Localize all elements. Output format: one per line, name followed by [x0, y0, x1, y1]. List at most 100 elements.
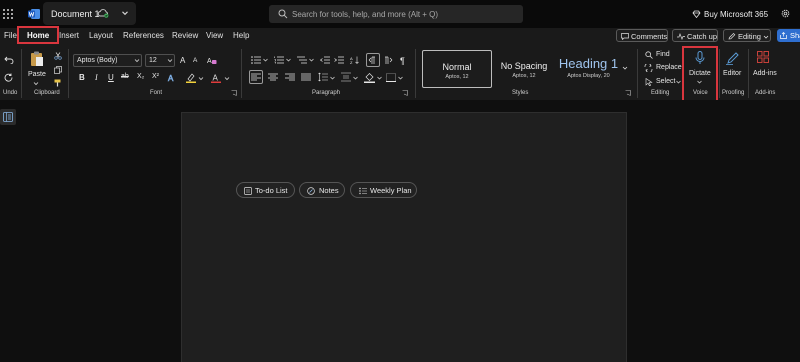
tab-view[interactable]: View — [206, 31, 223, 40]
underline-button[interactable]: U — [108, 73, 114, 82]
navigation-pane-button[interactable] — [0, 109, 16, 125]
font-color-icon[interactable]: A — [211, 73, 221, 83]
document-title-button[interactable]: Document 1 — [43, 2, 136, 25]
editing-mode-dropdown[interactable]: Editing — [723, 29, 771, 42]
svg-text:A: A — [213, 74, 219, 83]
chevron-down-icon[interactable] — [353, 76, 358, 80]
chip-label: Notes — [319, 186, 339, 195]
group-divider — [748, 49, 749, 98]
diamond-icon — [692, 10, 701, 18]
increase-indent-icon[interactable] — [334, 56, 344, 64]
chevron-down-icon[interactable] — [286, 58, 291, 62]
chevron-down-icon[interactable] — [398, 76, 403, 80]
decrease-indent-icon[interactable] — [320, 56, 330, 64]
comments-button[interactable]: Comments — [616, 29, 668, 42]
tab-file[interactable]: File — [4, 31, 17, 40]
tab-review[interactable]: Review — [172, 31, 198, 40]
word-logo-icon[interactable] — [28, 8, 40, 20]
todo-list-chip[interactable]: To-do List — [236, 182, 295, 198]
tab-insert[interactable]: Insert — [59, 31, 79, 40]
align-left-button[interactable] — [249, 70, 263, 84]
catch-up-button[interactable]: Catch up — [672, 29, 718, 42]
style-description: Aptos Display, 20 — [567, 73, 610, 79]
chevron-down-icon[interactable] — [263, 58, 268, 62]
align-center-icon[interactable] — [268, 73, 278, 81]
line-spacing-icon[interactable] — [318, 72, 328, 82]
chevron-down-icon[interactable] — [120, 8, 130, 18]
paragraph-spacing-icon[interactable] — [341, 72, 351, 82]
pulse-icon — [677, 33, 685, 40]
add-ins-grid-icon — [757, 51, 769, 63]
clear-formatting-icon[interactable]: A — [207, 56, 217, 65]
bullets-icon[interactable] — [251, 56, 261, 64]
style-normal[interactable]: Normal Aptos, 12 — [422, 50, 492, 88]
editing-label: Editing — [738, 32, 761, 41]
dialog-launcher-icon[interactable] — [625, 90, 631, 96]
font-size-value: 12 — [149, 57, 157, 64]
document-canvas: To-do List Notes Weekly Plan — [0, 100, 800, 362]
paragraph-rtl-icon[interactable] — [384, 55, 394, 65]
borders-icon[interactable] — [386, 73, 396, 82]
pencil-icon — [728, 33, 736, 40]
gear-icon[interactable] — [780, 8, 791, 19]
grow-font-button[interactable]: A — [180, 56, 185, 65]
align-left-icon — [251, 73, 261, 81]
search-box[interactable]: Search for tools, help, and more (Alt + … — [269, 5, 523, 23]
strikethrough-button[interactable]: ab — [121, 73, 129, 80]
chevron-down-icon[interactable] — [198, 76, 204, 81]
app-launcher-icon[interactable] — [3, 9, 13, 19]
justify-icon[interactable] — [301, 73, 311, 81]
dialog-launcher-icon[interactable] — [231, 90, 237, 96]
search-placeholder: Search for tools, help, and more (Alt + … — [292, 10, 439, 19]
multilevel-list-icon[interactable] — [297, 56, 307, 64]
search-icon — [645, 51, 653, 59]
italic-button[interactable]: I — [95, 73, 98, 82]
dialog-launcher-icon[interactable] — [402, 90, 408, 96]
subscript-button[interactable]: X₂ — [137, 73, 144, 80]
comments-label: Comments — [631, 32, 668, 41]
font-name-dropdown[interactable]: Aptos (Body) — [73, 54, 142, 67]
text-effects-icon[interactable]: A — [167, 73, 177, 83]
buy-microsoft-365-button[interactable]: Buy Microsoft 365 — [690, 5, 770, 23]
paragraph-ltr-icon — [368, 56, 375, 64]
align-right-icon[interactable] — [285, 73, 295, 81]
highlighter-icon[interactable] — [186, 73, 196, 83]
font-size-dropdown[interactable]: 12 — [145, 54, 175, 67]
show-paragraph-marks-button[interactable]: ¶ — [400, 56, 405, 66]
group-divider — [68, 49, 69, 98]
tab-references[interactable]: References — [123, 31, 164, 40]
shrink-font-button[interactable]: A — [193, 57, 197, 64]
style-heading-1[interactable]: Heading 1 Aptos Display, 20 — [556, 50, 621, 88]
superscript-button[interactable]: X² — [152, 73, 159, 80]
chevron-down-icon[interactable] — [377, 76, 382, 80]
chevron-down-icon[interactable] — [330, 76, 335, 80]
bold-button[interactable]: B — [79, 73, 85, 82]
numbering-icon[interactable] — [274, 56, 284, 64]
ribbon-tab-bar: File Home Insert Layout References Revie… — [0, 26, 800, 45]
share-button[interactable]: Share — [777, 29, 800, 42]
share-label: Share — [790, 31, 800, 40]
sort-icon[interactable]: A Z — [350, 56, 360, 64]
document-title: Document 1 — [51, 9, 100, 19]
chevron-down-icon[interactable] — [224, 76, 230, 81]
tab-help[interactable]: Help — [233, 31, 249, 40]
ltr-direction-button[interactable] — [366, 53, 380, 67]
weekly-plan-chip[interactable]: Weekly Plan — [350, 182, 417, 198]
styles-more-icon[interactable] — [622, 65, 628, 71]
group-divider — [241, 49, 242, 98]
chevron-down-icon — [134, 59, 140, 63]
document-page[interactable]: To-do List Notes Weekly Plan — [181, 112, 627, 362]
copy-icon[interactable] — [54, 66, 62, 74]
dictate-highlight — [682, 46, 718, 104]
redo-icon[interactable] — [4, 73, 14, 82]
chevron-down-icon[interactable] — [309, 58, 314, 62]
format-painter-icon[interactable] — [54, 79, 62, 87]
title-bar: Document 1 Search for tools, help, and m… — [0, 0, 800, 28]
find-label: Find — [656, 51, 670, 58]
style-no-spacing[interactable]: No Spacing Aptos, 12 — [494, 50, 554, 88]
cut-icon[interactable] — [54, 52, 62, 60]
undo-icon[interactable] — [4, 55, 14, 64]
notes-chip[interactable]: Notes — [299, 182, 345, 198]
tab-layout[interactable]: Layout — [89, 31, 113, 40]
shading-icon[interactable] — [364, 72, 375, 83]
